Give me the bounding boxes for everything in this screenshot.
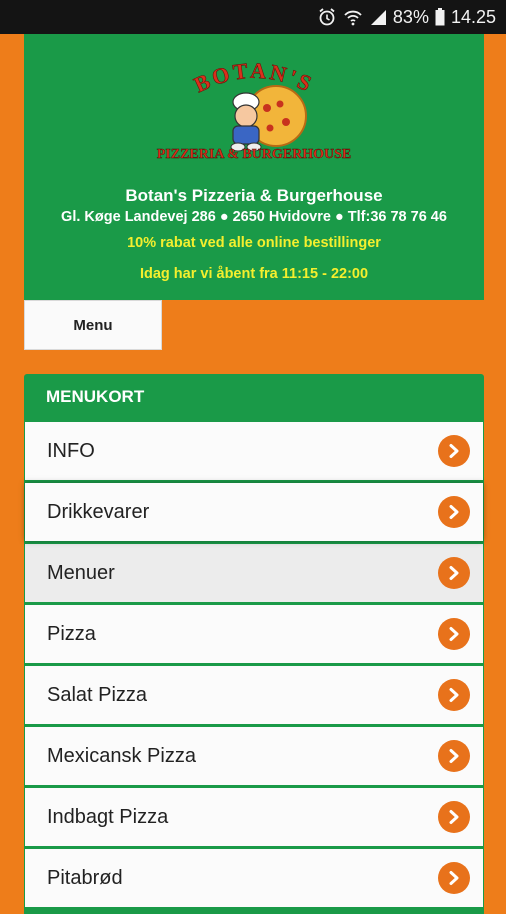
bullet-icon: ●: [334, 209, 344, 225]
clock-time: 14.25: [450, 6, 496, 27]
promo-text: 10% rabat ved alle online bestillinger: [127, 235, 381, 251]
menu-item-salat-pizza[interactable]: Salat Pizza: [25, 666, 483, 724]
menu-item-label: Pizza: [47, 622, 96, 645]
address-city: 2650 Hvidovre: [232, 209, 331, 225]
menu-item-pizza[interactable]: Pizza: [25, 605, 483, 663]
alarm-icon: [317, 7, 337, 27]
chevron-right-icon: [438, 435, 470, 467]
menu-item-mexicansk-pizza[interactable]: Mexicansk Pizza: [25, 727, 483, 785]
menu-item-menuer[interactable]: Menuer: [25, 544, 483, 602]
chevron-right-icon: [438, 801, 470, 833]
chevron-right-icon: [438, 740, 470, 772]
restaurant-name: Botan's Pizzeria & Burgerhouse: [125, 186, 383, 205]
status-bar: 83% 14.25: [0, 0, 506, 34]
menukort-heading: MENUKORT: [46, 387, 145, 406]
svg-text:PIZZERIA & BURGERHOUSE: PIZZERIA & BURGERHOUSE: [157, 147, 351, 162]
opening-hours: Idag har vi åbent fra 11:15 - 22:00: [139, 266, 369, 282]
menu-item-label: Salat Pizza: [47, 683, 148, 706]
menu-item-label: Drikkevarer: [47, 500, 150, 523]
bullet-icon: ●: [219, 209, 229, 225]
chevron-right-icon: [438, 496, 470, 528]
signal-icon: [369, 8, 387, 26]
menu-item-label: Mexicansk Pizza: [47, 744, 196, 767]
battery-percent: 83%: [392, 6, 429, 27]
restaurant-address: Gl. Køge Landevej 286 ● 2650 Hvidovre ● …: [24, 209, 484, 225]
menu-item-label: Indbagt Pizza: [47, 805, 169, 828]
menu-tab[interactable]: Menu: [24, 300, 162, 350]
phone-number[interactable]: Tlf:36 78 76 46: [348, 209, 447, 225]
menu-item-drikkevarer[interactable]: Drikkevarer: [25, 483, 483, 541]
restaurant-logo: BOTAN'S PIZZERIA & BURGERHOUSE: [24, 44, 484, 194]
chevron-right-icon: [438, 679, 470, 711]
menu-item-label: Pitabrød: [47, 866, 123, 889]
menukort-card: MENUKORT INFO Drikkevarer Menuer Pizza S…: [24, 374, 484, 914]
menu-item-label: Menuer: [47, 561, 115, 584]
menu-item-info[interactable]: INFO: [25, 422, 483, 480]
wifi-icon: [343, 7, 363, 27]
address-street: Gl. Køge Landevej 286: [61, 209, 216, 225]
svg-text:BOTAN'S: BOTAN'S: [190, 58, 318, 98]
menu-item-pitabrod[interactable]: Pitabrød: [25, 849, 483, 907]
menu-item-indbagt-pizza[interactable]: Indbagt Pizza: [25, 788, 483, 846]
restaurant-header: BOTAN'S PIZZERIA & BURGERHOUSE Botan's P…: [24, 34, 484, 300]
chevron-right-icon: [438, 618, 470, 650]
chevron-right-icon: [438, 557, 470, 589]
menu-item-label: INFO: [47, 439, 95, 462]
battery-icon: [435, 8, 445, 26]
chevron-right-icon: [438, 862, 470, 894]
